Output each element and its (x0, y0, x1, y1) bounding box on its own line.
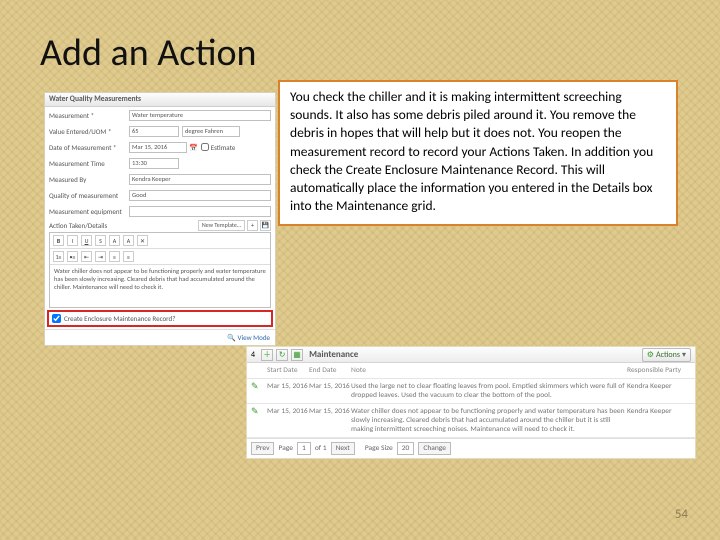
refresh-icon[interactable]: ↻ (276, 349, 288, 361)
create-maintenance-checkbox[interactable] (52, 314, 61, 323)
grid-toolbar: ＋ ↻ ▦ (261, 349, 303, 361)
indent-icon[interactable]: ⇥ (95, 251, 106, 262)
estimate-label: Estimate (211, 143, 236, 152)
cell-start: Mar 15, 2016 (267, 382, 309, 400)
row-quality: Quality of measurement Good (45, 187, 275, 203)
strike-icon[interactable]: S (95, 235, 106, 246)
underline-icon[interactable]: U (81, 235, 92, 246)
actions-button[interactable]: ⚙ Actions ▾ (642, 348, 691, 362)
pager-page-input[interactable]: 1 (297, 442, 311, 455)
rte-toolbar-1: B I U S A A ✕ (50, 233, 270, 249)
create-maintenance-label: Create Enclosure Maintenance Record? (64, 314, 175, 323)
template-add-icon[interactable]: + (247, 220, 258, 231)
pager-size-input[interactable]: 20 (397, 442, 415, 455)
input-date[interactable]: Mar 15, 2016 (129, 142, 187, 153)
label-date: Date of Measurement * (49, 143, 129, 152)
col-start[interactable]: Start Date (267, 366, 309, 375)
label-measurement: Measurement * (49, 111, 129, 120)
grid-title: Maintenance (309, 349, 358, 360)
add-icon[interactable]: ＋ (261, 349, 273, 361)
excel-icon[interactable]: ▦ (291, 349, 303, 361)
table-row[interactable]: ✎ Mar 15, 2016 Mar 15, 2016 Water chille… (247, 404, 695, 438)
col-note[interactable]: Note (351, 366, 627, 375)
pager-size-label: Page Size (365, 444, 393, 453)
grid-pager: Prev Page 1 of 1 Next Page Size 20 Chang… (247, 438, 695, 458)
slide-title: Add an Action (40, 30, 257, 76)
form-header: Water Quality Measurements (45, 93, 275, 107)
actions-label: Actions (656, 350, 680, 360)
clear-icon[interactable]: ✕ (137, 235, 148, 246)
label-equipment: Measurement equipment (49, 207, 129, 216)
input-time[interactable]: 13:30 (129, 158, 179, 169)
cell-resp: Kendra Keeper (627, 382, 691, 400)
align-center-icon[interactable]: ≡ (123, 251, 134, 262)
color-icon[interactable]: A (109, 235, 120, 246)
grid-header: 4 ＋ ↻ ▦ Maintenance ⚙ Actions ▾ (247, 347, 695, 363)
view-mode-text: View Mode (238, 333, 270, 342)
measurement-form: Water Quality Measurements Measurement *… (44, 92, 276, 346)
row-action-label: Action Taken/Details New Template… + 💾 (45, 219, 275, 231)
label-value: Value Entered/UOM * (49, 127, 129, 136)
view-mode-icon: 🔍 (227, 333, 236, 342)
pager-page-label: Page (278, 444, 293, 453)
pager-next[interactable]: Next (331, 442, 355, 455)
col-end[interactable]: End Date (309, 366, 351, 375)
input-measured-by[interactable]: Kendra Keeper (129, 174, 271, 185)
bold-icon[interactable]: B (53, 235, 64, 246)
cell-end: Mar 15, 2016 (309, 382, 351, 400)
select-quality[interactable]: Good (129, 190, 271, 201)
row-edit-icon[interactable]: ✎ (251, 381, 259, 392)
row-time: Measurement Time 13:30 (45, 155, 275, 171)
row-equipment: Measurement equipment (45, 203, 275, 219)
cell-start: Mar 15, 2016 (267, 407, 309, 434)
chevron-down-icon: ▾ (682, 350, 686, 360)
highlight-icon[interactable]: A (123, 235, 134, 246)
cell-note: Used the large net to clear floating lea… (351, 382, 627, 400)
grid-column-headers: Start Date End Date Note Responsible Par… (247, 363, 695, 379)
create-maintenance-checkbox-row[interactable]: Create Enclosure Maintenance Record? (47, 310, 273, 327)
template-save-icon[interactable]: 💾 (260, 220, 271, 231)
calendar-icon[interactable]: 📅 (189, 143, 198, 152)
rte-toolbar-2: 1≡ •≡ ⇤ ⇥ ≡ ≡ (50, 249, 270, 265)
row-edit-icon[interactable]: ✎ (251, 406, 259, 417)
slide-page-number: 54 (675, 507, 688, 522)
select-equipment[interactable] (129, 206, 271, 217)
template-select[interactable]: New Template… (198, 220, 245, 231)
select-uom[interactable]: degree Fahren (182, 126, 240, 137)
list-num-icon[interactable]: 1≡ (53, 251, 64, 262)
cell-resp: Kendra Keeper (627, 407, 691, 434)
row-measured-by: Measured By Kendra Keeper (45, 171, 275, 187)
estimate-checkbox[interactable] (201, 143, 209, 151)
italic-icon[interactable]: I (67, 235, 78, 246)
rich-text-editor: B I U S A A ✕ 1≡ •≡ ⇤ ⇥ ≡ ≡ Water chille… (49, 232, 271, 308)
align-left-icon[interactable]: ≡ (109, 251, 120, 262)
table-row[interactable]: ✎ Mar 15, 2016 Mar 15, 2016 Used the lar… (247, 379, 695, 404)
row-value: Value Entered/UOM * 65 degree Fahren (45, 123, 275, 139)
pager-prev[interactable]: Prev (251, 442, 274, 455)
list-bul-icon[interactable]: •≡ (67, 251, 78, 262)
maintenance-grid: 4 ＋ ↻ ▦ Maintenance ⚙ Actions ▾ Start Da… (246, 346, 696, 459)
label-measured-by: Measured By (49, 175, 129, 184)
outdent-icon[interactable]: ⇤ (81, 251, 92, 262)
input-value[interactable]: 65 (129, 126, 179, 137)
select-measurement[interactable]: Water temperature (129, 110, 271, 121)
rte-body[interactable]: Water chiller does not appear to be func… (50, 265, 270, 307)
instruction-callout: You check the chiller and it is making i… (278, 80, 678, 226)
label-action: Action Taken/Details (49, 221, 107, 230)
grid-tab-number: 4 (251, 350, 255, 360)
row-date: Date of Measurement * Mar 15, 2016 📅 Est… (45, 139, 275, 155)
cell-end: Mar 15, 2016 (309, 407, 351, 434)
cell-note: Water chiller does not appear to be func… (351, 407, 627, 434)
label-time: Measurement Time (49, 159, 129, 168)
col-resp[interactable]: Responsible Party (627, 366, 691, 375)
row-measurement: Measurement * Water temperature (45, 107, 275, 123)
gear-icon: ⚙ (647, 350, 654, 360)
pager-change[interactable]: Change (418, 442, 451, 455)
label-quality: Quality of measurement (49, 191, 129, 200)
view-mode-link[interactable]: 🔍 View Mode (45, 329, 275, 345)
pager-of: of 1 (315, 444, 327, 453)
